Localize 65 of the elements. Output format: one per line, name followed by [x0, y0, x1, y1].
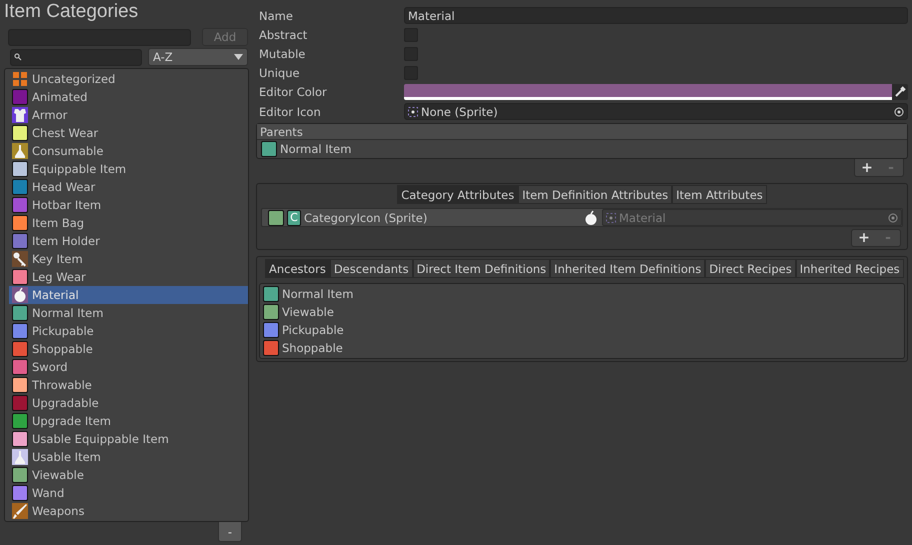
- category-item[interactable]: Animated: [9, 88, 248, 106]
- category-item[interactable]: Item Holder: [9, 232, 248, 250]
- category-item[interactable]: Viewable: [9, 466, 248, 484]
- section-header: Parents: [257, 124, 907, 140]
- property-label: Name: [258, 8, 294, 22]
- category-item[interactable]: Shoppable: [9, 340, 248, 358]
- tab[interactable]: Ancestors: [265, 259, 330, 278]
- category-item[interactable]: Leg Wear: [9, 268, 248, 286]
- category-item[interactable]: Pickupable: [9, 322, 248, 340]
- tab[interactable]: Item Attributes: [672, 185, 767, 204]
- category-item[interactable]: Hotbar Item: [9, 196, 248, 214]
- category-item[interactable]: Upgrade Item: [9, 412, 248, 430]
- sprite-field[interactable]: None (Sprite): [404, 103, 908, 120]
- category-badge: C: [287, 210, 301, 226]
- category-item[interactable]: Sword: [9, 358, 248, 376]
- target-icon: [888, 212, 898, 222]
- sprite-field: Material: [602, 209, 902, 226]
- category-item[interactable]: Uncategorized: [9, 70, 248, 88]
- eyedropper-icon[interactable]: [892, 84, 908, 100]
- search-icon: [14, 53, 22, 61]
- tab[interactable]: Inherited Recipes: [796, 259, 904, 278]
- tab[interactable]: Inherited Item Definitions: [550, 259, 706, 278]
- category-item[interactable]: Usable Item: [9, 448, 248, 466]
- ancestor-item[interactable]: Pickupable: [260, 321, 904, 339]
- category-item[interactable]: Armor: [9, 106, 248, 124]
- sprite-icon: [606, 212, 616, 222]
- category-item[interactable]: Material: [9, 286, 248, 304]
- remove-button[interactable]: -: [218, 522, 242, 542]
- category-item[interactable]: Usable Equippable Item: [9, 430, 248, 448]
- category-item[interactable]: Normal Item: [9, 304, 248, 322]
- ancestor-item[interactable]: Shoppable: [260, 339, 904, 357]
- category-item[interactable]: Wand: [9, 484, 248, 502]
- category-item[interactable]: Chest Wear: [9, 124, 248, 142]
- property-label: Editor Icon: [258, 104, 322, 118]
- color-field[interactable]: [404, 84, 908, 100]
- category-item[interactable]: Weapons: [9, 502, 248, 520]
- category-item[interactable]: Key Item: [9, 250, 248, 268]
- apple-icon: [583, 210, 599, 226]
- property-label: Mutable: [258, 46, 306, 60]
- ancestor-item[interactable]: Viewable: [260, 303, 904, 321]
- tab[interactable]: Item Definition Attributes: [518, 185, 672, 204]
- add-button[interactable]: +: [855, 159, 879, 176]
- parent-item[interactable]: Normal Item: [257, 140, 907, 158]
- name-field[interactable]: Material: [404, 7, 908, 24]
- panel-title: Item Categories: [4, 0, 140, 24]
- category-item[interactable]: Throwable: [9, 376, 248, 394]
- tab[interactable]: Category Attributes: [397, 185, 518, 204]
- category-item[interactable]: Equippable Item: [9, 160, 248, 178]
- search-field[interactable]: [10, 48, 142, 66]
- category-item[interactable]: Upgradable: [9, 394, 248, 412]
- category-item[interactable]: Item Bag: [9, 214, 248, 232]
- category-item[interactable]: Head Wear: [9, 178, 248, 196]
- tab[interactable]: Descendants: [330, 259, 413, 278]
- add-button[interactable]: +: [852, 230, 876, 246]
- caret-icon: [234, 54, 243, 60]
- property-label: Editor Color: [258, 85, 328, 99]
- tab[interactable]: Direct Item Definitions: [412, 259, 550, 278]
- property-label: Unique: [258, 66, 301, 80]
- target-icon[interactable]: [894, 106, 904, 116]
- ancestor-item[interactable]: Normal Item: [260, 285, 904, 303]
- tab[interactable]: Direct Recipes: [705, 259, 796, 278]
- property-label: Abstract: [258, 28, 308, 42]
- sprite-icon: [408, 106, 418, 116]
- category-item[interactable]: Consumable: [9, 142, 248, 160]
- sort-dropdown[interactable]: A-Z: [148, 48, 248, 66]
